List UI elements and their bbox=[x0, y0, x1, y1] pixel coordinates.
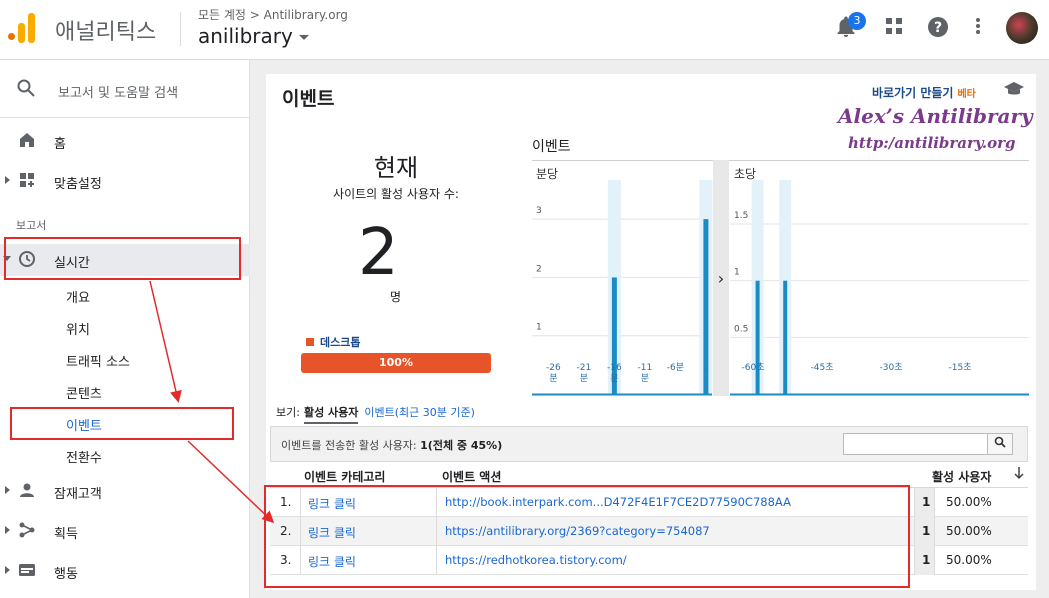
annotation-arrows bbox=[149, 280, 275, 524]
